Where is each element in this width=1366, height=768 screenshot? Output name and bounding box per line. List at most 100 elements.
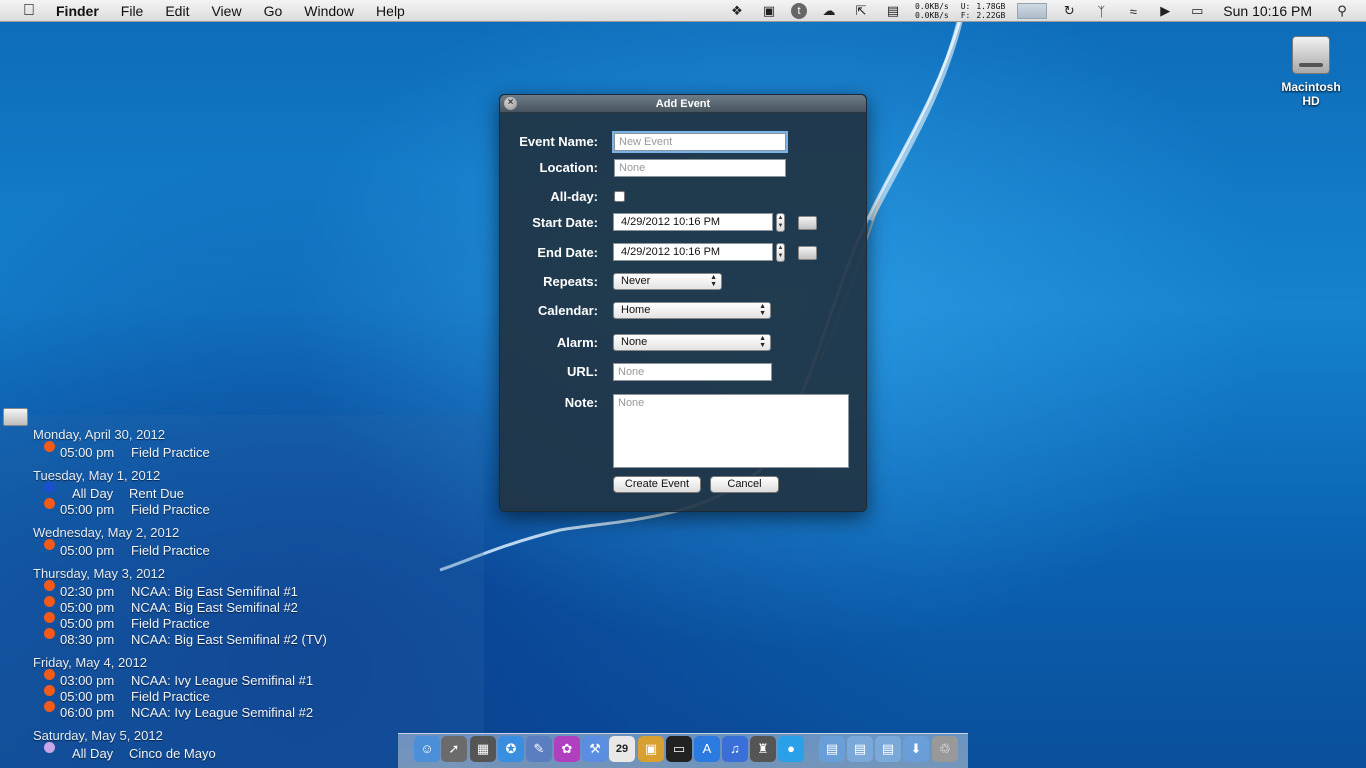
bluetooth-icon[interactable]: ᛉ: [1091, 3, 1111, 19]
note-label: Note:: [564, 395, 598, 410]
utilities-folder-icon[interactable]: ▤: [875, 736, 901, 762]
disk-u-label: U:: [960, 2, 971, 11]
event-title: Field Practice: [131, 502, 210, 517]
start-date-stepper[interactable]: ▲ ▼: [776, 213, 785, 232]
disk-used-value: 1.78GB: [976, 2, 1006, 11]
ical-icon[interactable]: 29: [609, 736, 635, 762]
event-time: All Day: [72, 486, 114, 501]
start-date-calendar-icon[interactable]: [798, 216, 817, 230]
launchpad-icon[interactable]: ➚: [441, 736, 467, 762]
network-folder-icon[interactable]: ▤: [847, 736, 873, 762]
screen-share-icon[interactable]: ⇱: [851, 3, 871, 19]
drive-label: Macintosh HD: [1281, 80, 1341, 108]
cancel-button[interactable]: Cancel: [710, 476, 779, 493]
menu-clock[interactable]: Sun 10:16 PM: [1223, 3, 1312, 19]
calendar-color-dot-icon: [44, 742, 55, 753]
chevron-updown-icon: ▲ ▼: [759, 335, 766, 349]
calendar-color-dot-icon: [44, 498, 55, 509]
agenda-day-header: Thursday, May 3, 2012: [33, 566, 165, 581]
menu-window[interactable]: Window: [304, 3, 354, 19]
all-day-checkbox[interactable]: [614, 191, 625, 202]
battery-icon[interactable]: ▭: [1187, 3, 1207, 19]
photo-icon[interactable]: ✿: [554, 736, 580, 762]
app-store-icon[interactable]: A: [694, 736, 720, 762]
end-date-stepper[interactable]: ▲ ▼: [776, 243, 785, 262]
dialog-title: Add Event: [655, 98, 711, 110]
dashboard-icon[interactable]: ▦: [470, 736, 496, 762]
trash-icon[interactable]: ♲: [932, 736, 958, 762]
time-machine-icon[interactable]: ↻: [1059, 3, 1079, 19]
applications-folder-icon[interactable]: ▤: [819, 736, 845, 762]
agenda-day-header: Wednesday, May 2, 2012: [33, 525, 180, 540]
event-title: Field Practice: [131, 689, 210, 704]
menu-extras: ❖ ▣ t ☁ ⇱ ▤ 0.0KB/s 0.0KB/s U: F: 1.78GB…: [721, 0, 1366, 22]
menu-edit[interactable]: Edit: [165, 3, 189, 19]
menu-help[interactable]: Help: [376, 3, 405, 19]
event-title: NCAA: Ivy League Semifinal #2: [131, 705, 314, 720]
finder-icon[interactable]: ☺: [414, 736, 440, 762]
menu-file[interactable]: File: [121, 3, 144, 19]
url-input[interactable]: None: [613, 363, 772, 381]
alarm-select[interactable]: None ▲ ▼: [613, 334, 771, 351]
itunes-icon[interactable]: ♫: [722, 736, 748, 762]
messages-icon[interactable]: ●: [778, 736, 804, 762]
event-name-input[interactable]: New Event: [614, 133, 786, 151]
chevron-updown-icon: ▲ ▼: [759, 303, 766, 317]
end-date-calendar-icon[interactable]: [798, 246, 817, 260]
menu-view[interactable]: View: [211, 3, 241, 19]
calendar-color-dot-icon: [44, 628, 55, 639]
repeats-select[interactable]: Never ▲ ▼: [613, 273, 722, 290]
safari-icon[interactable]: ✪: [498, 736, 524, 762]
preview-icon[interactable]: ✎: [526, 736, 552, 762]
menu-bar:  Finder File Edit View Go Window Help ❖…: [0, 0, 1366, 22]
create-event-button[interactable]: Create Event: [613, 476, 701, 493]
dropbox-icon[interactable]: ❖: [727, 3, 747, 19]
event-title: Field Practice: [131, 616, 210, 631]
menu-go[interactable]: Go: [264, 3, 283, 19]
downloads-icon[interactable]: ⬇: [903, 736, 929, 762]
calendar-color-dot-icon: [44, 612, 55, 623]
xcode-icon[interactable]: ⚒: [582, 736, 608, 762]
calendar-color-dot-icon: [44, 669, 55, 680]
event-title: Field Practice: [131, 543, 210, 558]
calendar-color-dot-icon: [44, 701, 55, 712]
event-time: 05:00 pm: [60, 543, 115, 558]
location-input[interactable]: None: [614, 159, 786, 177]
menu-app-finder[interactable]: Finder: [56, 3, 99, 19]
calendar-color-dot-icon: [44, 482, 55, 493]
tumblr-icon[interactable]: t: [791, 3, 807, 19]
repeats-label: Repeats:: [543, 274, 598, 289]
note-textarea[interactable]: None: [613, 394, 849, 468]
apple-icon[interactable]: : [18, 2, 40, 20]
start-date-field[interactable]: 4/29/2012 10:16 PM: [613, 213, 773, 231]
calendar-widget-icon[interactable]: [3, 408, 28, 426]
cpu-meter[interactable]: [1017, 3, 1048, 19]
battery-monitor-icon[interactable]: ▤: [883, 3, 903, 19]
event-title: NCAA: Ivy League Semifinal #1: [131, 673, 314, 688]
package-icon[interactable]: ▣: [638, 736, 664, 762]
disk-usage[interactable]: U: F: 1.78GB 2.22GB: [961, 2, 1006, 20]
spotlight-search-icon[interactable]: ⚲: [1332, 3, 1352, 19]
event-time: All Day: [72, 746, 114, 761]
end-date-field[interactable]: 4/29/2012 10:16 PM: [613, 243, 773, 261]
calendar-color-dot-icon: [44, 580, 55, 591]
disk-f-label: F:: [960, 11, 971, 20]
network-speed[interactable]: 0.0KB/s 0.0KB/s: [915, 2, 949, 20]
terminal-icon[interactable]: ▭: [666, 736, 692, 762]
start-date-label: Start Date:: [532, 215, 598, 230]
cloud-icon[interactable]: ☁: [819, 3, 839, 19]
lantern-icon[interactable]: ♜: [750, 736, 776, 762]
close-icon[interactable]: ×: [504, 97, 517, 110]
net-up-value: 0.0KB/s: [915, 2, 949, 11]
wifi-icon[interactable]: ≈: [1123, 3, 1143, 19]
calendar-color-dot-icon: [44, 685, 55, 696]
location-label: Location:: [539, 160, 599, 175]
image-capture-icon[interactable]: ▣: [759, 3, 779, 19]
all-day-label: All-day:: [550, 189, 598, 204]
calendar-select[interactable]: Home ▲ ▼: [613, 302, 771, 319]
calendar-value: Home: [621, 304, 651, 316]
dock: ☺ ➚ ▦ ✪ ✎ ✿ ⚒ 29 ▣ ▭ A ♫ ♜ ● ▤ ▤ ▤ ⬇ ♲: [398, 733, 968, 768]
desktop-drive-macintosh-hd[interactable]: Macintosh HD: [1275, 36, 1347, 108]
event-title: NCAA: Big East Semifinal #2: [131, 600, 298, 615]
volume-icon[interactable]: ▶: [1155, 3, 1175, 19]
